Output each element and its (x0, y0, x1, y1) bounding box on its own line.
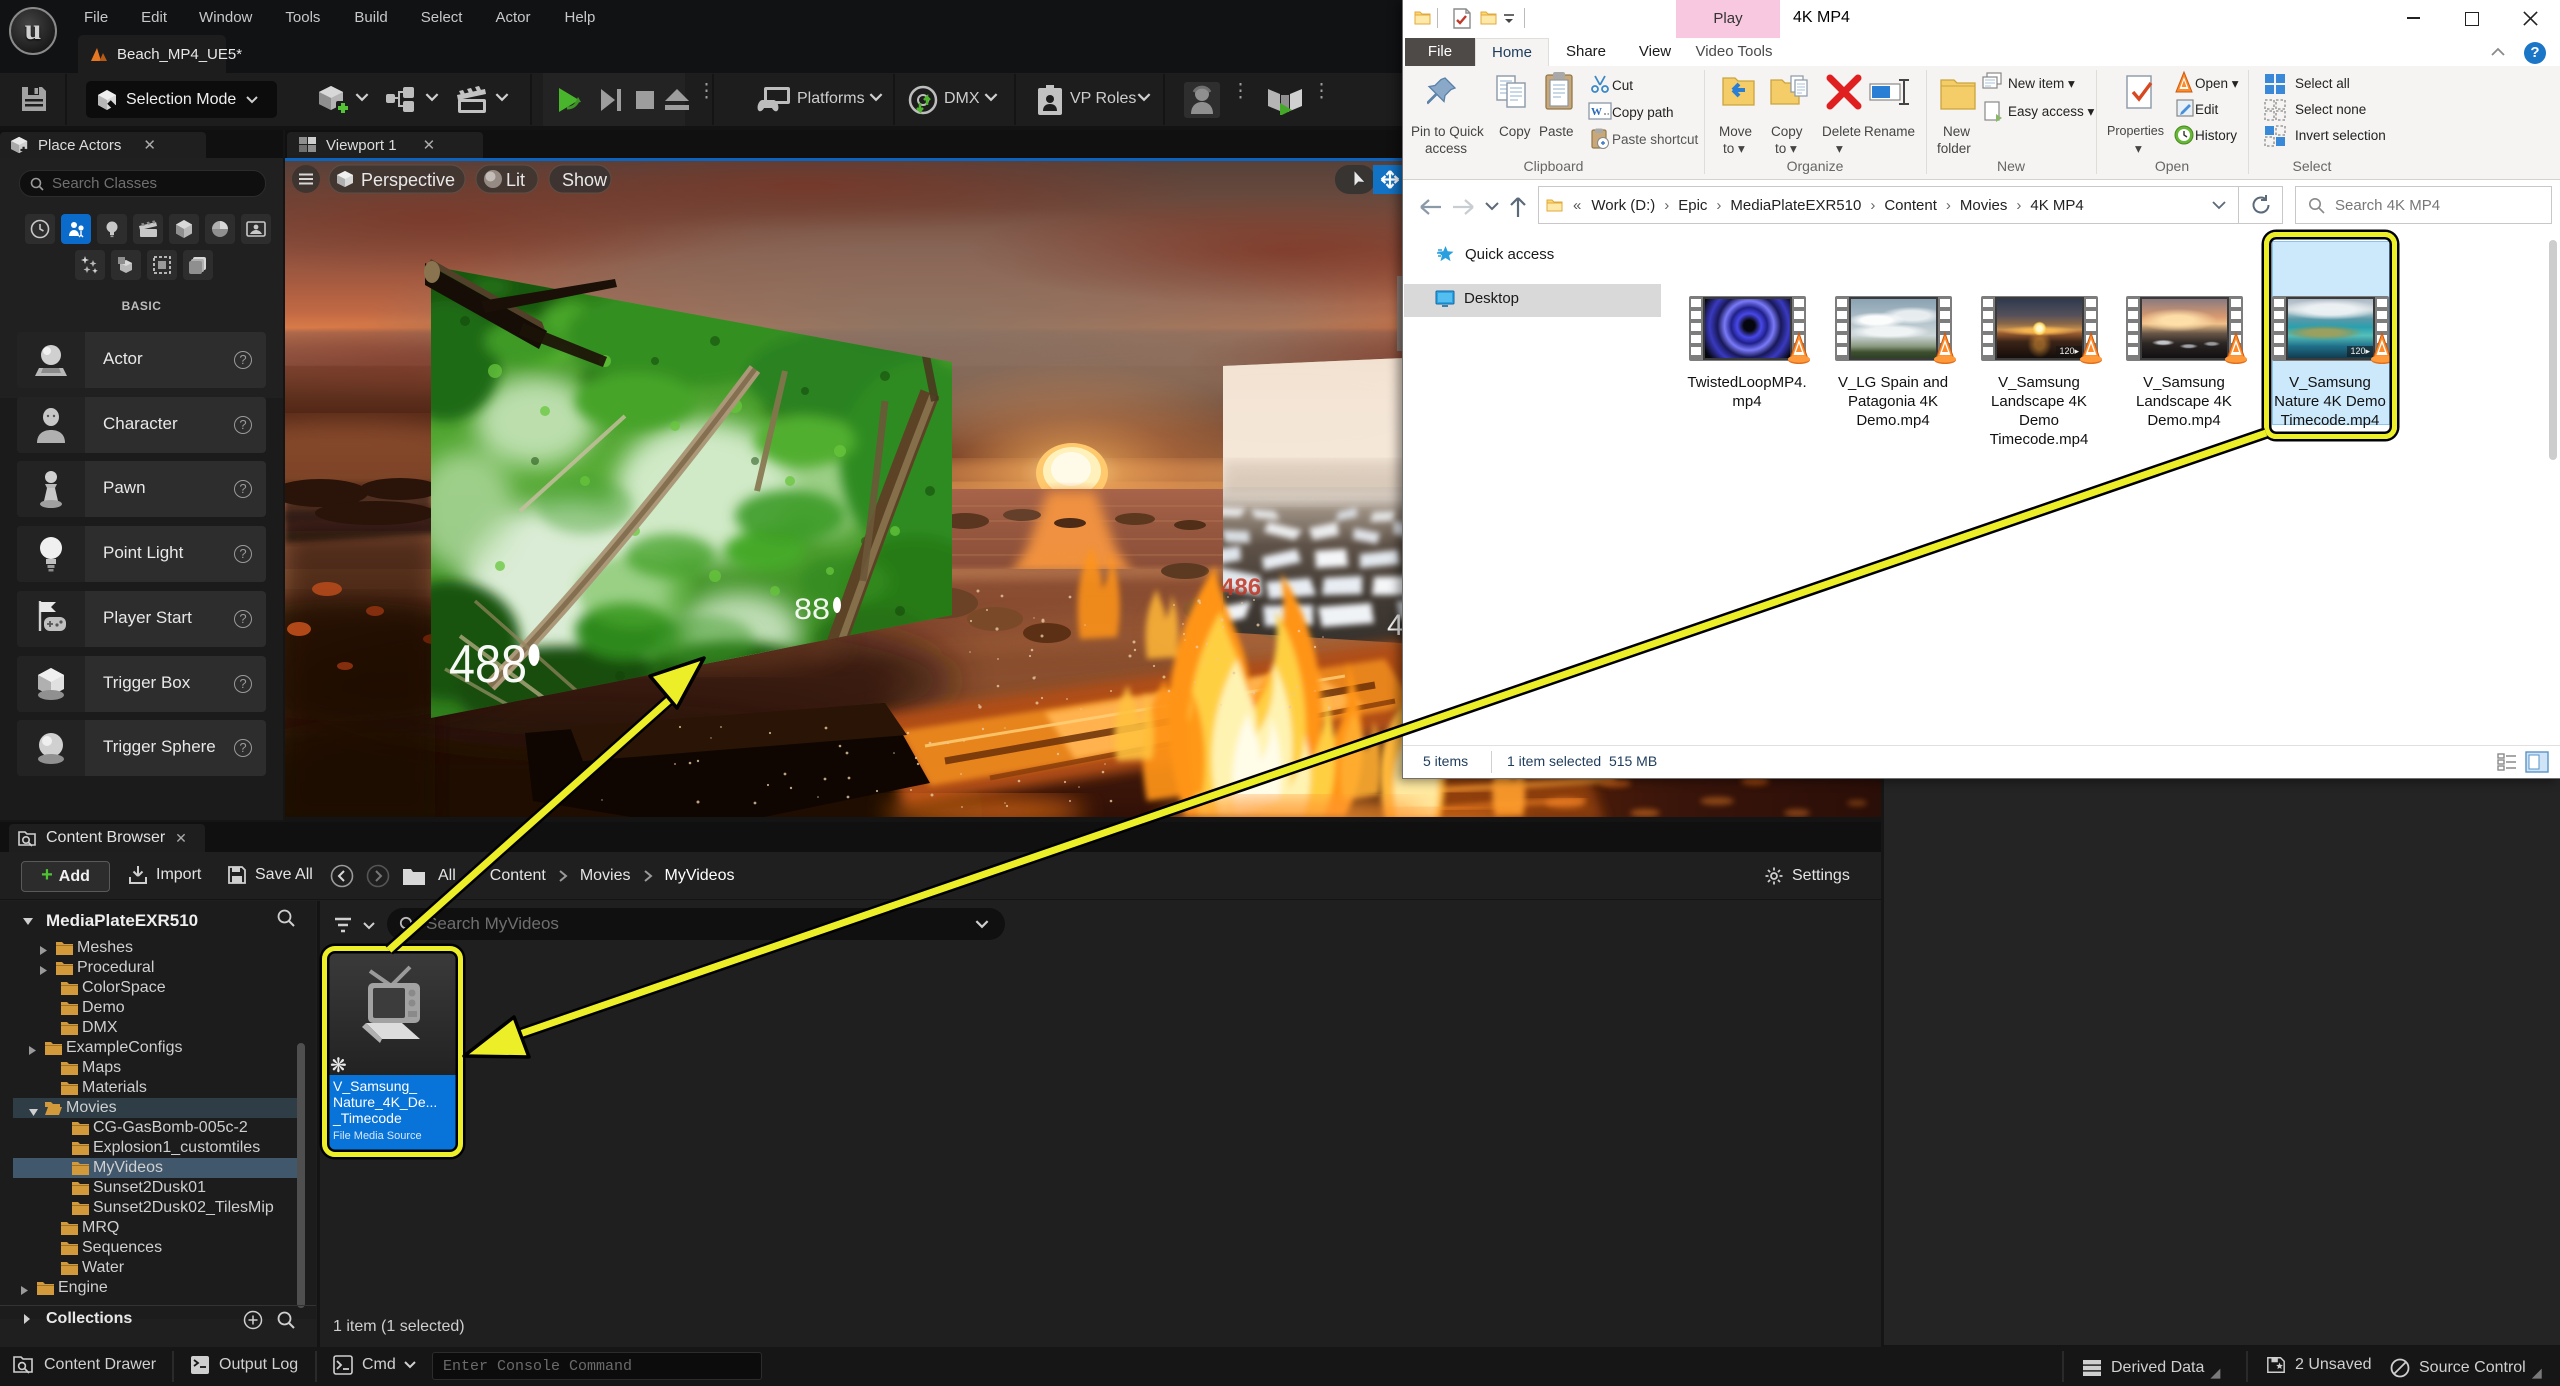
svg-text:Lit: Lit (506, 170, 525, 190)
svg-text:88: 88 (794, 593, 830, 626)
svg-text:486: 486 (1221, 574, 1261, 601)
svg-text:Show: Show (562, 170, 608, 190)
svg-text:W: W (1591, 106, 1602, 118)
svg-text:488: 488 (449, 635, 527, 694)
svg-text:Perspective: Perspective (361, 170, 455, 190)
